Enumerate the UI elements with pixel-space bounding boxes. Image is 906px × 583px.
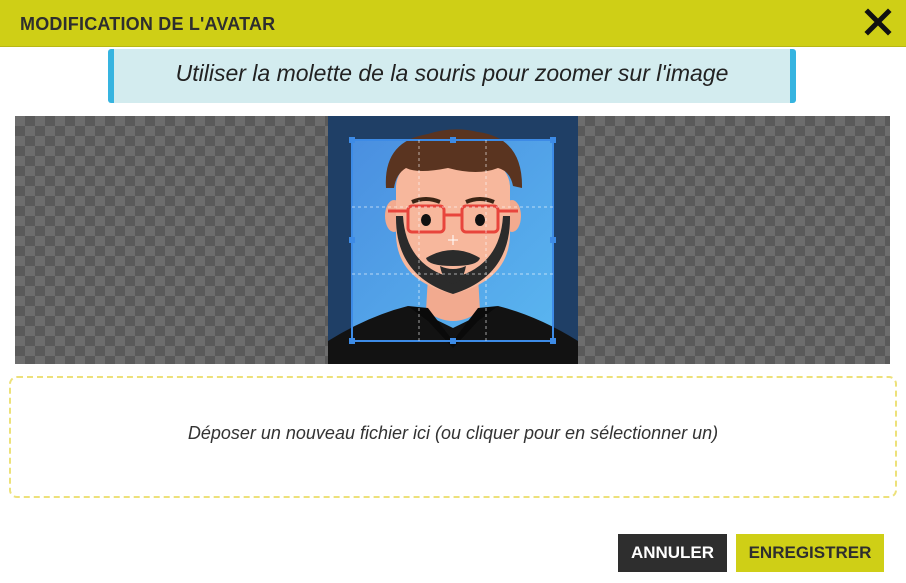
zoom-hint-banner: Utiliser la molette de la souris pour zo… [108, 49, 796, 103]
save-button[interactable]: ENREGISTRER [736, 534, 884, 572]
modal-title: MODIFICATION DE L'AVATAR [20, 14, 276, 34]
close-icon[interactable] [864, 8, 892, 36]
crop-area[interactable] [15, 116, 890, 364]
cancel-button[interactable]: ANNULER [618, 534, 727, 572]
dropzone-label: Déposer un nouveau fichier ici (ou cliqu… [187, 423, 719, 443]
modal-header: MODIFICATION DE L'AVATAR [0, 0, 906, 47]
zoom-hint-text: Utiliser la molette de la souris pour zo… [175, 60, 729, 86]
avatar-image[interactable] [328, 116, 578, 364]
file-dropzone[interactable]: Déposer un nouveau fichier ici (ou cliqu… [9, 376, 897, 498]
